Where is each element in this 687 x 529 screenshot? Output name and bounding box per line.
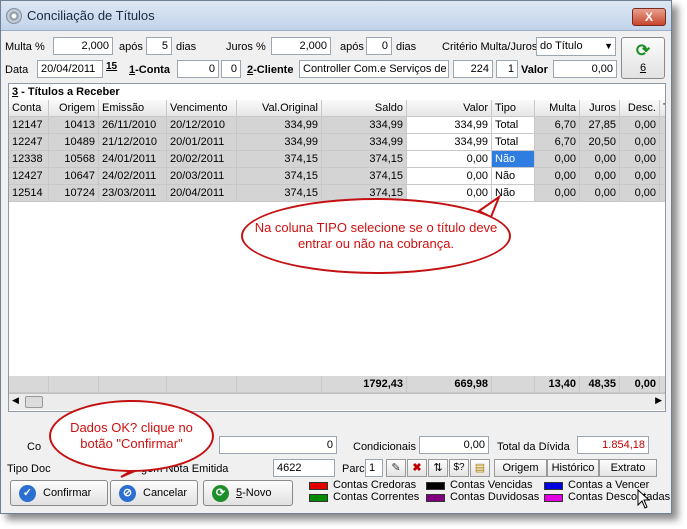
tipo-callout: Na coluna TIPO selecione se o título dev… xyxy=(241,198,511,274)
tipo-callout-text: Na coluna TIPO selecione se o título dev… xyxy=(254,220,498,251)
mouse-cursor-icon xyxy=(637,489,651,509)
confirmar-callout-text: Dados OK? clique no botão "Confirmar" xyxy=(70,420,193,451)
confirmar-callout: Dados OK? clique no botão "Confirmar" xyxy=(49,400,214,472)
conciliacao-window: Conciliação de Títulos X Multa % 2,000 a… xyxy=(0,0,672,514)
